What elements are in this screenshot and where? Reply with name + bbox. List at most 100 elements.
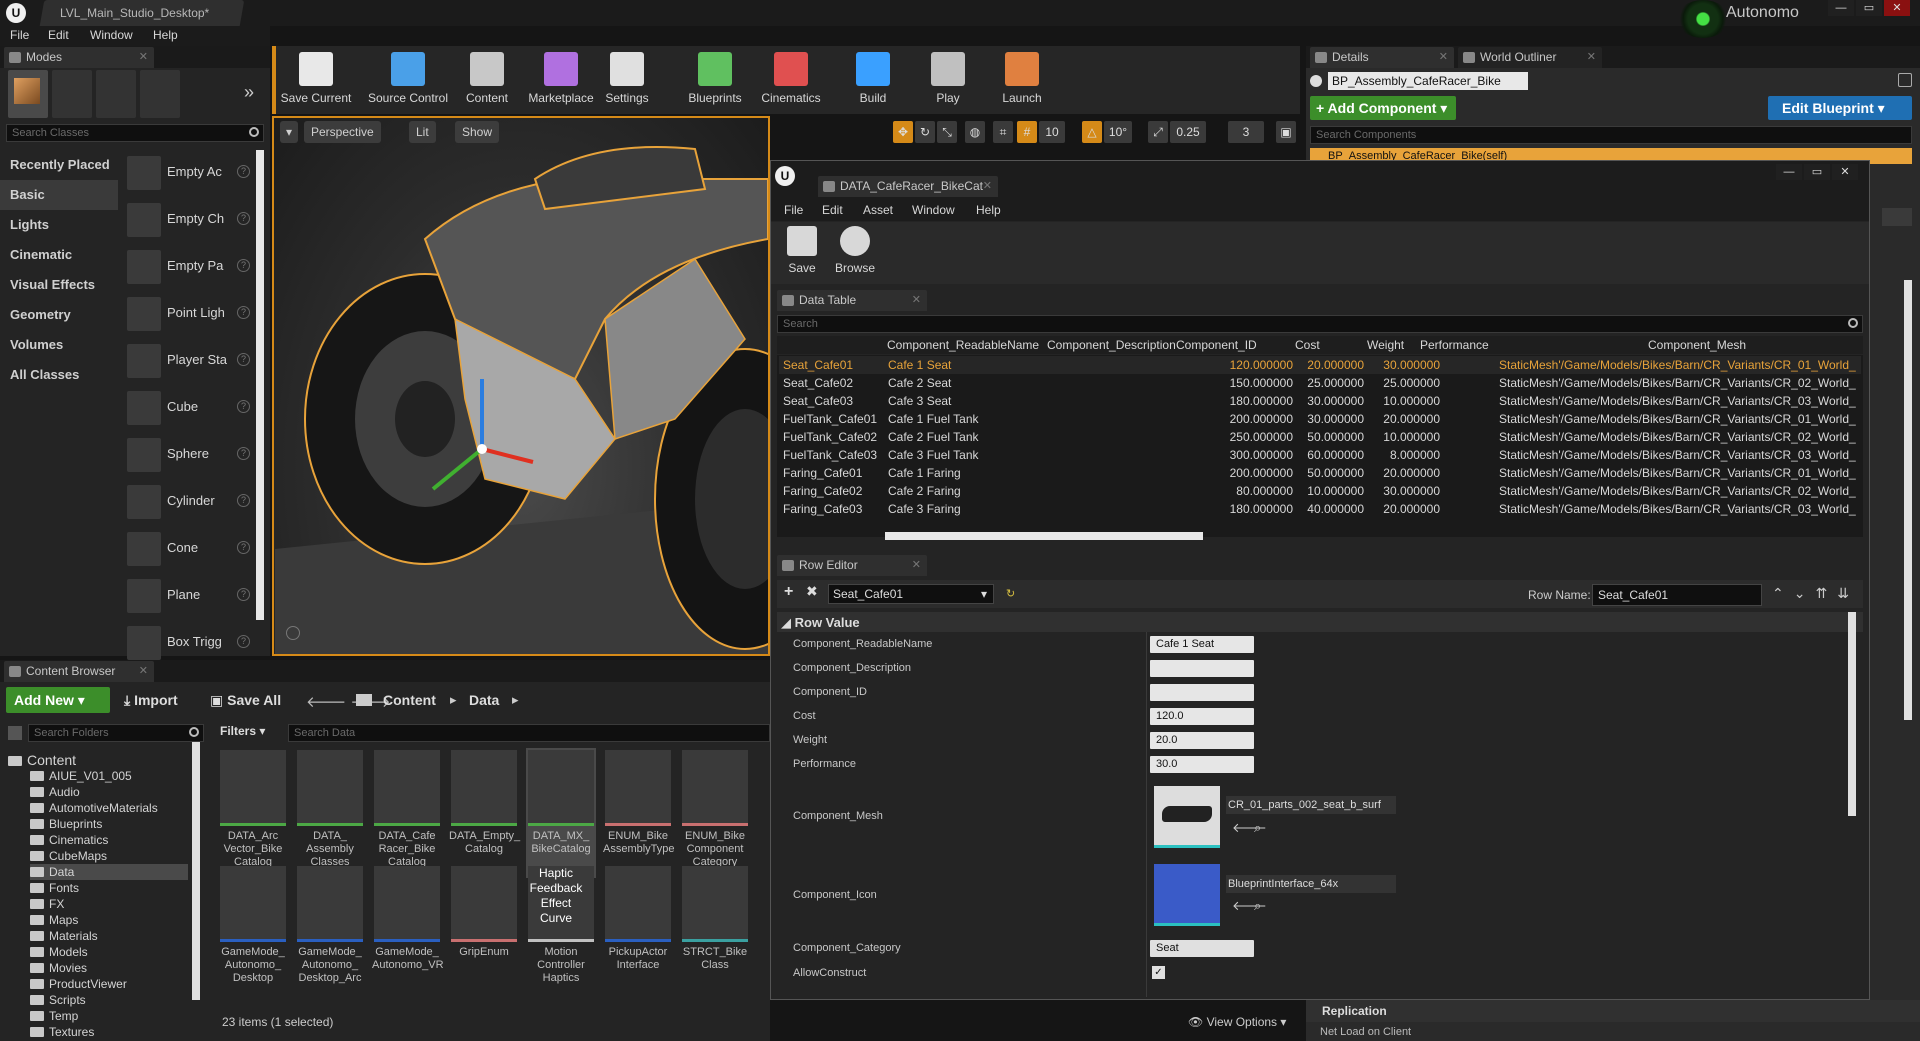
icon-picker[interactable]: BlueprintInterface_64x	[1226, 875, 1396, 893]
tab-world-outliner[interactable]: World Outliner ✕	[1458, 47, 1602, 68]
mode-category-5[interactable]: Geometry	[0, 300, 118, 330]
details-scrollbar[interactable]	[1904, 280, 1912, 720]
search-folders-input[interactable]: Search Folders	[28, 724, 204, 742]
asset-tile[interactable]: DATA_Arc Vector_Bike Catalog	[218, 748, 288, 878]
prop-performance-input[interactable]: 30.0	[1150, 756, 1254, 773]
place-item-9[interactable]: Plane?	[122, 573, 254, 617]
column-header[interactable]: Weight	[1367, 338, 1404, 352]
menu-edit[interactable]: Edit	[48, 28, 69, 42]
mode-category-4[interactable]: Visual Effects	[0, 270, 118, 300]
menu-help[interactable]: Help	[153, 28, 178, 42]
close-button[interactable]: ✕	[1832, 164, 1858, 180]
column-header[interactable]: Cost	[1295, 338, 1320, 352]
prop-category-dropdown[interactable]: Seat	[1150, 940, 1254, 957]
place-item-1[interactable]: Empty Ch?	[122, 197, 254, 241]
folder-item[interactable]: Scripts	[30, 992, 188, 1008]
folder-item[interactable]: ProductViewer	[30, 976, 188, 992]
column-header[interactable]: Performance	[1420, 338, 1489, 352]
help-icon[interactable]: ?	[237, 165, 250, 178]
asset-tile[interactable]: GameMode_ Autonomo_VR	[372, 864, 444, 994]
mode-category-0[interactable]: Recently Placed	[0, 150, 118, 180]
asset-tile[interactable]: GripEnum	[449, 864, 519, 994]
asset-menu-window[interactable]: Window	[912, 203, 955, 217]
column-header[interactable]: Component_Mesh	[1648, 338, 1746, 352]
row-select-dropdown[interactable]: Seat_Cafe01 ▾	[828, 584, 994, 604]
add-row-icon[interactable]: +	[784, 583, 793, 601]
import-button[interactable]: ⤓ Import	[124, 692, 178, 709]
place-item-3[interactable]: Point Ligh?	[122, 291, 254, 335]
grid-snap-value[interactable]: 10	[1039, 121, 1065, 143]
level-tab[interactable]: LVL_Main_Studio_Desktop*	[39, 0, 245, 26]
table-row[interactable]: FuelTank_Cafe01 Cafe 1 Fuel Tank 200.00000…	[779, 410, 1861, 428]
search-data-input[interactable]: Search Data	[288, 724, 770, 742]
toolbar-settings-button[interactable]: Settings	[604, 50, 650, 106]
show-button[interactable]: Show	[455, 121, 500, 143]
folder-item[interactable]: Blueprints	[30, 816, 188, 832]
column-header[interactable]: Component_ReadableName	[887, 338, 1039, 352]
tab-content-browser[interactable]: Content Browser ✕	[4, 661, 154, 682]
folder-item[interactable]: Models	[30, 944, 188, 960]
data-table-hscroll[interactable]	[885, 532, 1203, 540]
maximize-button[interactable]: ▭	[1804, 164, 1830, 180]
place-item-4[interactable]: Player Sta?	[122, 338, 254, 382]
scale-snap-value[interactable]: 0.25	[1170, 121, 1206, 143]
browse-button[interactable]: Browse	[830, 224, 880, 280]
sources-toggle-icon[interactable]	[8, 726, 22, 740]
help-icon[interactable]: ?	[237, 353, 250, 366]
breadcrumb-content[interactable]: Content	[383, 692, 436, 708]
asset-tile[interactable]: DATA_ Assembly Classes	[295, 748, 365, 878]
menu-window[interactable]: Window	[90, 28, 133, 42]
actor-name-field[interactable]: BP_Assembly_CafeRacer_Bike	[1328, 72, 1528, 90]
save-all-button[interactable]: ▣ Save All	[210, 692, 281, 709]
folder-item[interactable]: Materials	[30, 928, 188, 944]
toolbar-marketplace-button[interactable]: Marketplace	[524, 50, 598, 106]
toolbar-play-button[interactable]: Play	[928, 50, 968, 106]
place-item-8[interactable]: Cone?	[122, 526, 254, 570]
asset-menu-file[interactable]: File	[784, 203, 803, 217]
maximize-viewport-icon[interactable]: ▣	[1276, 121, 1296, 143]
help-icon[interactable]: ?	[237, 212, 250, 225]
help-icon[interactable]: ?	[237, 635, 250, 648]
minimize-button[interactable]: —	[1828, 0, 1854, 16]
foliage-mode-icon[interactable]	[140, 70, 180, 118]
menu-file[interactable]: File	[10, 28, 29, 42]
folder-item[interactable]: Fonts	[30, 880, 188, 896]
prop-id-input[interactable]	[1150, 684, 1254, 701]
tab-data-asset[interactable]: DATA_CafeRacer_BikeCat ✕	[818, 176, 998, 197]
toolbar-launch-button[interactable]: Launch	[998, 50, 1046, 106]
toolbar-cinematics-button[interactable]: Cinematics	[758, 50, 824, 106]
icon-thumbnail[interactable]	[1154, 864, 1220, 926]
place-item-0[interactable]: Empty Ac?	[122, 150, 254, 194]
replication-header[interactable]: Replication	[1306, 1000, 1920, 1022]
row-value-header[interactable]	[777, 612, 1863, 632]
maximize-button[interactable]: ▭	[1856, 0, 1882, 16]
viewport-options-button[interactable]: ▾	[280, 121, 298, 143]
save-button[interactable]: Save	[780, 224, 824, 280]
tab-row-editor[interactable]: Row Editor ✕	[777, 555, 927, 576]
tab-details[interactable]: Details ✕	[1310, 47, 1454, 68]
close-icon[interactable]: ✕	[983, 176, 992, 197]
asset-tile[interactable]: DATA_Cafe Racer_Bike Catalog	[372, 748, 442, 878]
add-new-button[interactable]: Add New ▾	[6, 687, 110, 713]
help-icon[interactable]: ?	[237, 400, 250, 413]
surface-snap-icon[interactable]: ⌗	[993, 121, 1013, 143]
paint-mode-icon[interactable]	[52, 70, 92, 118]
lit-button[interactable]: Lit	[409, 121, 436, 143]
prop-cost-input[interactable]: 120.0	[1150, 708, 1254, 725]
mode-category-3[interactable]: Cinematic	[0, 240, 118, 270]
help-icon[interactable]: ?	[237, 259, 250, 272]
tab-modes[interactable]: Modes ✕	[4, 47, 154, 68]
mesh-picker[interactable]: CR_01_parts_002_seat_b_surf	[1226, 796, 1396, 814]
prop-description-input[interactable]	[1150, 660, 1254, 677]
place-item-5[interactable]: Cube?	[122, 385, 254, 429]
help-icon[interactable]: ?	[237, 494, 250, 507]
prop-weight-input[interactable]: 20.0	[1150, 732, 1254, 749]
edit-blueprint-button[interactable]: Edit Blueprint ▾	[1768, 96, 1912, 120]
asset-tile[interactable]: STRCT_Bike Class	[680, 864, 750, 994]
grid-snap-icon[interactable]: #	[1017, 121, 1037, 143]
place-item-2[interactable]: Empty Pa?	[122, 244, 254, 288]
folder-item[interactable]: Temp	[30, 1008, 188, 1024]
world-local-icon[interactable]: ◍	[965, 121, 985, 143]
scale-icon[interactable]: ⤡	[937, 121, 957, 143]
filters-button[interactable]: Filters ▾	[220, 724, 265, 738]
